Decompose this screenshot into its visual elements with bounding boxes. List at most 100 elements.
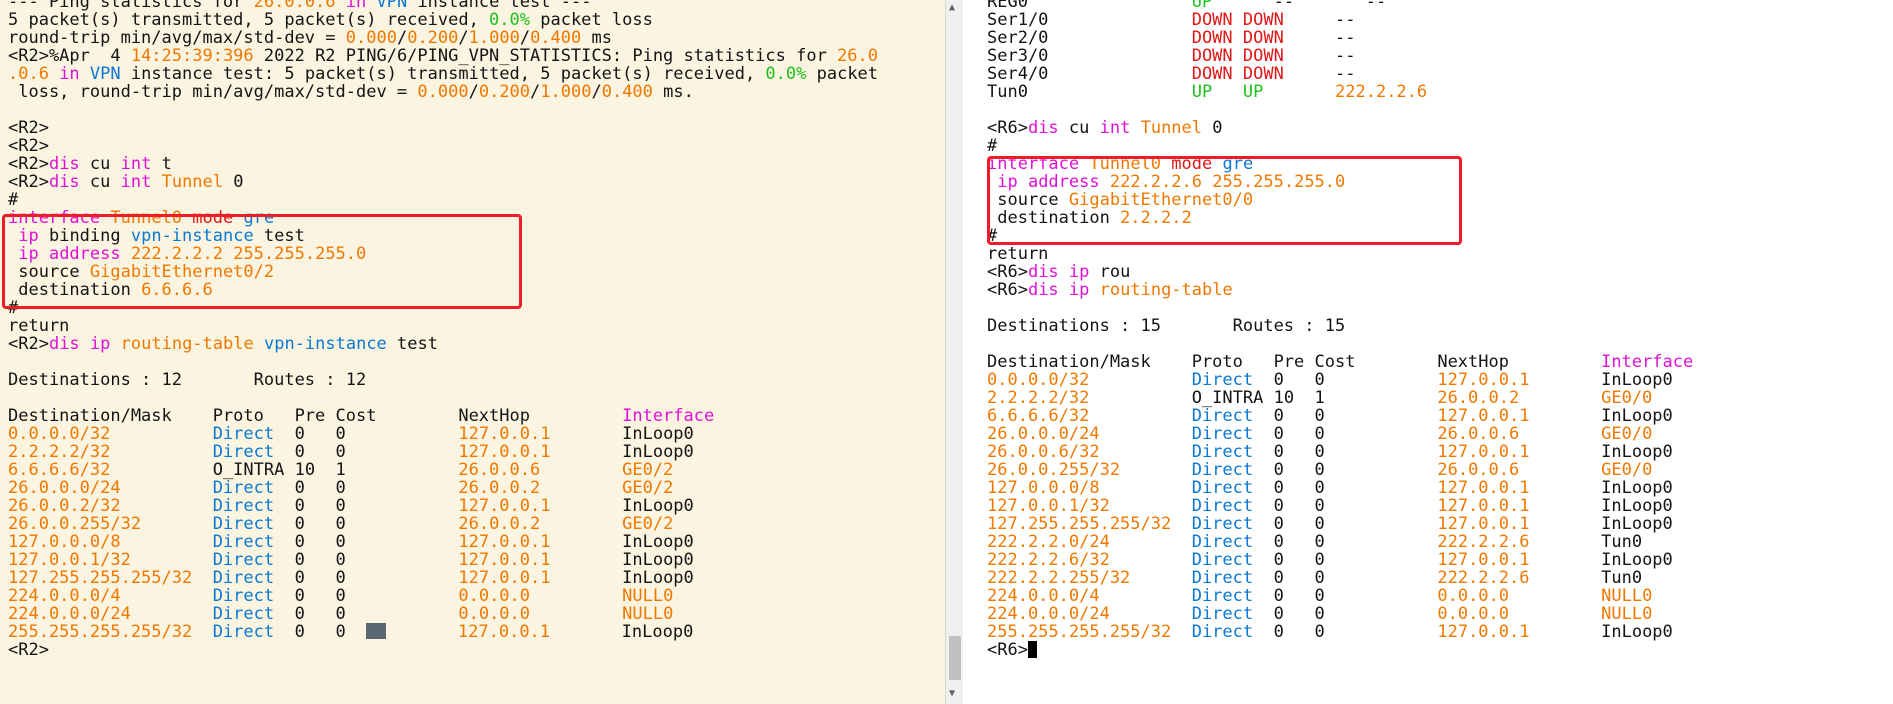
terminal-text: dis (48, 172, 80, 192)
terminal-text: int (1099, 118, 1131, 138)
terminal-text: 0 (1202, 118, 1223, 138)
terminal-line: 6.6.6.6/32 Direct 0 0 127.0.0.1 InLoop0 (987, 407, 1693, 425)
terminal-line: <R2>dis cu int Tunnel 0 (8, 173, 878, 191)
terminal-text: loss, round-trip min/avg/max/std-dev = (8, 82, 418, 102)
terminal-text: 0 0 (1253, 496, 1438, 516)
terminal-line: Ser4/0 DOWN DOWN -- (987, 65, 1693, 83)
terminal-line: 6.6.6.6/32 O_INTRA 10 1 26.0.0.6 GE0/2 (8, 461, 878, 479)
terminal-text: GE0/0 (1601, 388, 1653, 408)
r6-terminal-pane[interactable]: REG0 UP -- -- Ser1/0 DOWN DOWN -- Ser2/0 D… (985, 0, 1893, 704)
terminal-text: GE0/2 (622, 514, 674, 534)
terminal-text: 0 0 (1253, 568, 1438, 588)
terminal-text: 26.0 (837, 46, 878, 66)
terminal-text: 0 0 (274, 604, 459, 624)
terminal-text: 2.2.2.2/32 (987, 388, 1192, 408)
terminal-line: 224.0.0.0/24 Direct 0 0 0.0.0.0 NULL0 (987, 605, 1693, 623)
terminal-line: 127.0.0.0/8 Direct 0 0 127.0.0.1 InLoop0 (987, 479, 1693, 497)
terminal-text: InLoop0 (1601, 514, 1673, 534)
terminal-text: DOWN DOWN (1191, 28, 1284, 48)
terminal-text: InLoop0 (622, 496, 694, 516)
terminal-text: 127.0.0.1 (1437, 550, 1602, 570)
terminal-text: 0 0 (274, 568, 459, 588)
terminal-text: Direct (212, 550, 275, 570)
terminal-text: 222.2.2.6 (1335, 82, 1428, 102)
terminal-text: Direct (1191, 550, 1254, 570)
terminal-text: InLoop0 (622, 532, 694, 552)
r2-terminal-scrollbar[interactable]: ▲ ▼ (945, 0, 964, 704)
terminal-text: Tunnel (1140, 118, 1203, 138)
terminal-line: 0.0.0.0/32 Direct 0 0 127.0.0.1 InLoop0 (987, 371, 1693, 389)
terminal-line: Destinations : 15 Routes : 15 (987, 317, 1693, 335)
terminal-text: 0 0 (274, 622, 367, 642)
terminal-text: ms. (652, 82, 694, 102)
terminal-text: .0.6 (8, 64, 49, 84)
terminal-text: Direct (212, 424, 275, 444)
terminal-line: <R6>dis ip routing-table (987, 281, 1693, 299)
terminal-text: 0 (223, 172, 244, 192)
terminal-text: Interface (622, 406, 715, 426)
terminal-text: 0 0 (1253, 442, 1438, 462)
terminal-line: 222.2.2.6/32 Direct 0 0 127.0.0.1 InLoop… (987, 551, 1693, 569)
terminal-text: InLoop0 (621, 622, 694, 642)
terminal-text: rou (1089, 262, 1131, 282)
terminal-text: 0.000 (417, 82, 469, 102)
terminal-text: Destinations : 12 Routes : 12 (8, 370, 367, 390)
terminal-text: 255.255.255.255/32 (987, 622, 1192, 642)
terminal-text: Direct (1191, 532, 1254, 552)
pane-divider[interactable] (963, 0, 987, 704)
terminal-text: <R6> (987, 640, 1028, 660)
r2-terminal-pane[interactable]: --- Ping statistics for 26.0.0.6 in VPN … (0, 0, 945, 704)
terminal-text: vpn-instance (263, 334, 387, 354)
terminal-text: 0 0 (1253, 514, 1438, 534)
terminal-text: cu (1058, 118, 1100, 138)
terminal-line: <R2> (8, 641, 878, 659)
terminal-text: 0.200 (407, 28, 459, 48)
terminal-text: 14:25:39:396 (130, 46, 254, 66)
scrollbar-thumb[interactable] (949, 636, 961, 680)
terminal-text: InLoop0 (1601, 442, 1673, 462)
terminal-line: 0.0.0.0/32 Direct 0 0 127.0.0.1 InLoop0 (8, 425, 878, 443)
terminal-line: .0.6 in VPN instance test: 5 packet(s) t… (8, 65, 878, 83)
terminal-line: 222.2.2.255/32 Direct 0 0 222.2.2.6 Tun0 (987, 569, 1693, 587)
terminal-text: <R6> (987, 118, 1028, 138)
terminal-text: test (386, 334, 438, 354)
terminal-text: 127.255.255.255/32 (987, 514, 1192, 534)
scroll-down-arrow-icon[interactable]: ▼ (949, 688, 955, 699)
terminal-text: 224.0.0.0/24 (8, 604, 213, 624)
terminal-text: 127.0.0.1 (458, 550, 623, 570)
terminal-text: <R2> (8, 172, 49, 192)
terminal-text: 0.0.0.0 (458, 586, 623, 606)
terminal-text: InLoop0 (1601, 622, 1673, 642)
terminal-line: 5 packet(s) transmitted, 5 packet(s) rec… (8, 11, 878, 29)
terminal-text: 26.0.0.2 (1437, 388, 1602, 408)
terminal-text: 222.2.2.0/24 (987, 532, 1192, 552)
terminal-text: <R2> (8, 118, 49, 138)
terminal-line: <R2> (8, 119, 878, 137)
terminal-text: Ser4/0 (987, 64, 1192, 84)
terminal-text: Direct (212, 622, 275, 642)
terminal-text: 0.0.0.0 (1437, 586, 1602, 606)
terminal-text: 0 0 (1253, 370, 1438, 390)
terminal-text: / (458, 28, 469, 48)
terminal-text: 26.0.0.255/32 (8, 514, 213, 534)
terminal-text: dis (48, 334, 80, 354)
terminal-text: Direct (212, 442, 275, 462)
terminal-text: <R6> (987, 280, 1028, 300)
scroll-up-arrow-icon[interactable]: ▲ (949, 2, 955, 13)
terminal-line: Tun0 UP UP 222.2.2.6 (987, 83, 1693, 101)
terminal-text: / (468, 82, 479, 102)
terminal-line: loss, round-trip min/avg/max/std-dev = 0… (8, 83, 878, 101)
terminal-text: Direct (212, 478, 275, 498)
terminal-text: 127.0.0.1/32 (8, 550, 213, 570)
terminal-text: -- (1283, 64, 1356, 84)
terminal-line: <R2>%Apr 4 14:25:39:396 2022 R2 PING/6/P… (8, 47, 878, 65)
terminal-text: 127.0.0.1 (457, 622, 622, 642)
terminal-text: 127.0.0.1 (458, 424, 623, 444)
